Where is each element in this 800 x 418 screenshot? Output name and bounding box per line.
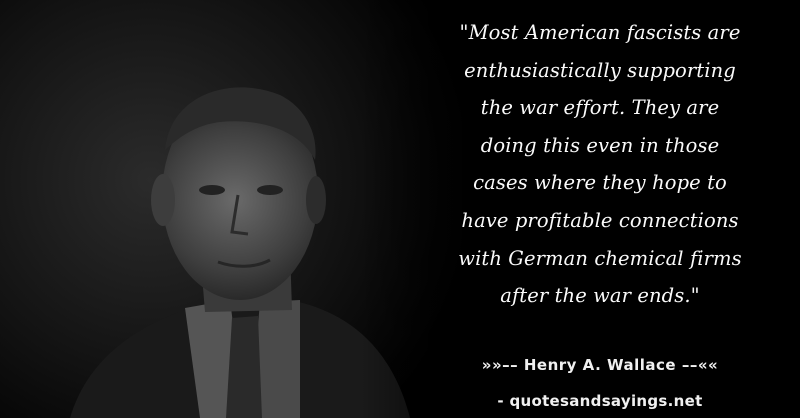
quote-line: with German chemical firms: [458, 246, 742, 270]
quote-line: enthusiastically supporting: [464, 58, 736, 82]
quote-line: the war effort. They are: [480, 96, 720, 120]
quote-line: after the war ends.": [500, 284, 700, 308]
quote-line: doing this even in those: [480, 133, 720, 157]
quote-line: cases where they hope to: [473, 171, 727, 195]
quote-line: have profitable connections: [461, 208, 739, 232]
source-website: - quotesandsayings.net: [497, 392, 703, 410]
quote-line: "Most American fascists are: [459, 21, 741, 44]
author-attribution: »»–– Henry A. Wallace ––««: [481, 356, 719, 374]
quote-text: "Most American fascists are enthusiastic…: [420, 14, 780, 315]
